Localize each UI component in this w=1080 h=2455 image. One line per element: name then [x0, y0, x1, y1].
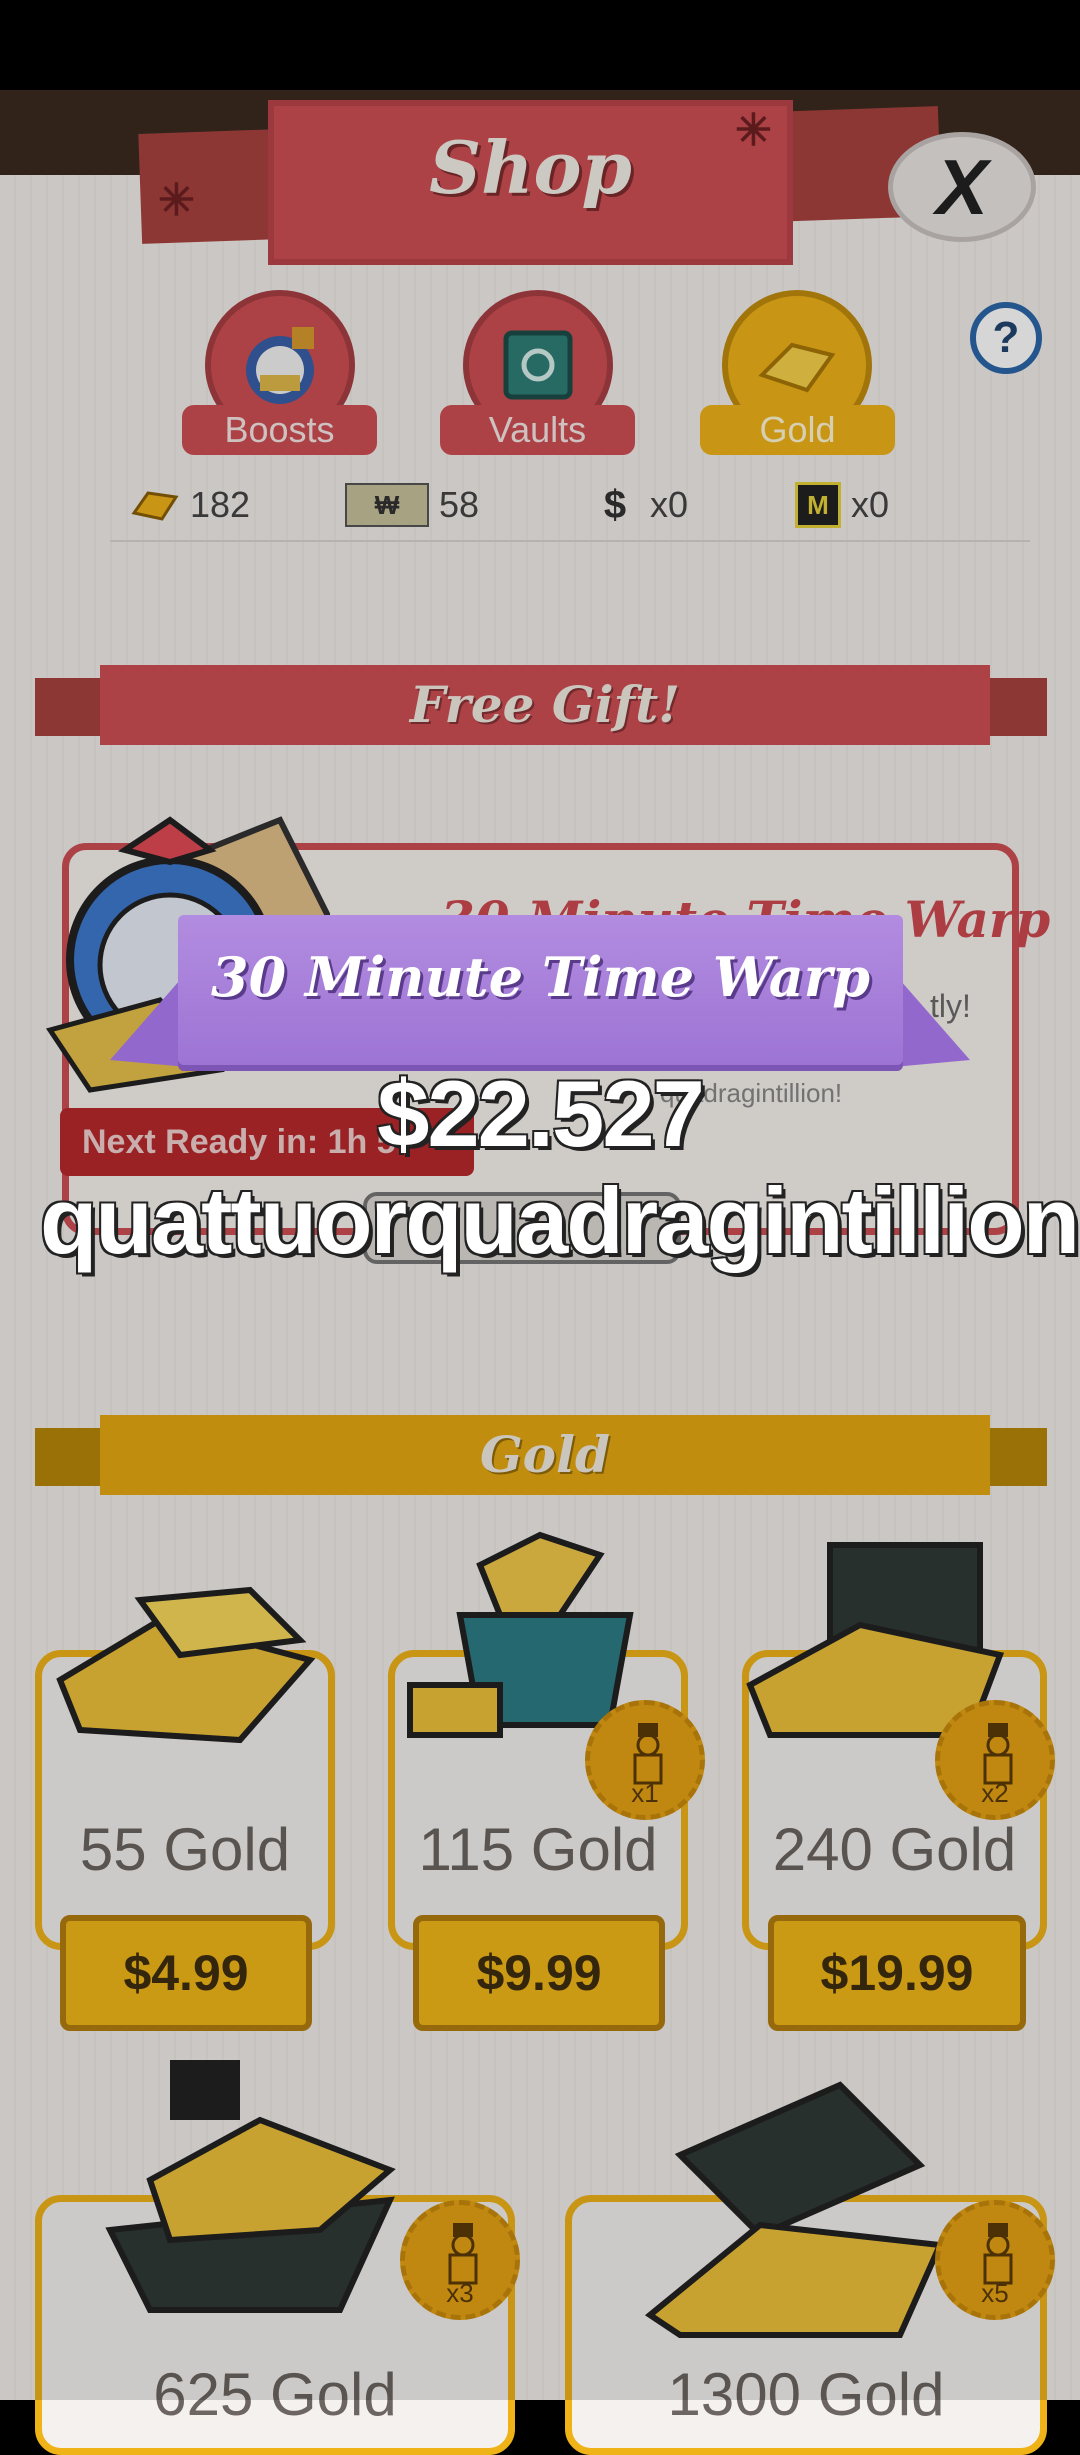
mascot-badge: x1: [585, 1700, 705, 1820]
gold-wheelbarrow-icon: [105, 2060, 396, 2313]
popup-amount-value: $22.527: [377, 1061, 705, 1166]
status-bar: [0, 0, 1080, 90]
star-decoration-icon: ✳: [735, 106, 772, 155]
money-bag-icon: $: [603, 482, 627, 527]
mega-ticket-icon: ₩: [345, 483, 429, 527]
gold-pile-icon: [56, 1586, 316, 1744]
currency-gold: 182: [130, 480, 250, 530]
badge-multiplier: x1: [631, 1778, 659, 1808]
gold-vault-icon: [644, 2081, 945, 2338]
popup-reward-amount: $22.527 quattuorquadragintillion: [40, 1060, 1080, 1274]
currency-mega-ticket: ₩ 58: [345, 480, 479, 530]
badge-multiplier: x2: [981, 1778, 1009, 1808]
currency-money-bag: $ x0: [590, 480, 688, 530]
gold-pack-label: 115 Gold: [418, 1816, 658, 1883]
tab-gold-label: Gold: [700, 405, 895, 455]
gold-pack-label: 55 Gold: [79, 1816, 291, 1883]
badge-multiplier: x5: [981, 2278, 1009, 2308]
gold-pack-label: 625 Gold: [153, 2361, 397, 2428]
buy-button-19-99[interactable]: $19.99: [768, 1915, 1026, 2031]
gold-section-title: Gold: [100, 1415, 990, 1495]
tab-boosts-label: Boosts: [182, 405, 377, 455]
buy-button-4-99[interactable]: $4.99: [60, 1915, 312, 2031]
currency-money-bag-value: x0: [650, 484, 689, 525]
star-decoration-icon: ✳: [158, 176, 195, 225]
gold-pack-label: 1300 Gold: [667, 2361, 945, 2428]
badge-multiplier: x3: [446, 2278, 474, 2308]
currency-mega-badge: M x0: [795, 480, 889, 530]
currency-gold-value: 182: [190, 484, 251, 525]
buy-button-9-99[interactable]: $9.99: [413, 1915, 665, 2031]
gold-bar-icon: [130, 485, 180, 525]
popup-title: 30 Minute Time Warp: [211, 945, 870, 1009]
close-button[interactable]: X: [888, 132, 1036, 242]
mascot-badge: x5: [935, 2200, 1055, 2320]
popup-amount-unit: quattuorquadragintillion: [40, 1168, 1080, 1274]
help-button[interactable]: ?: [970, 302, 1042, 374]
free-gift-section-title: Free Gift!: [100, 665, 990, 745]
mascot-badge: x2: [935, 1700, 1055, 1820]
currency-mega-badge-value: x0: [851, 484, 890, 525]
gold-pack-label: 240 Gold: [772, 1816, 1017, 1883]
tab-vaults-label: Vaults: [440, 405, 635, 455]
mega-badge-icon: M: [795, 482, 841, 528]
currency-mega-ticket-value: 58: [439, 484, 480, 525]
mascot-badge: x3: [400, 2200, 520, 2320]
divider: [110, 540, 1030, 542]
shop-title: Shop: [429, 125, 632, 210]
